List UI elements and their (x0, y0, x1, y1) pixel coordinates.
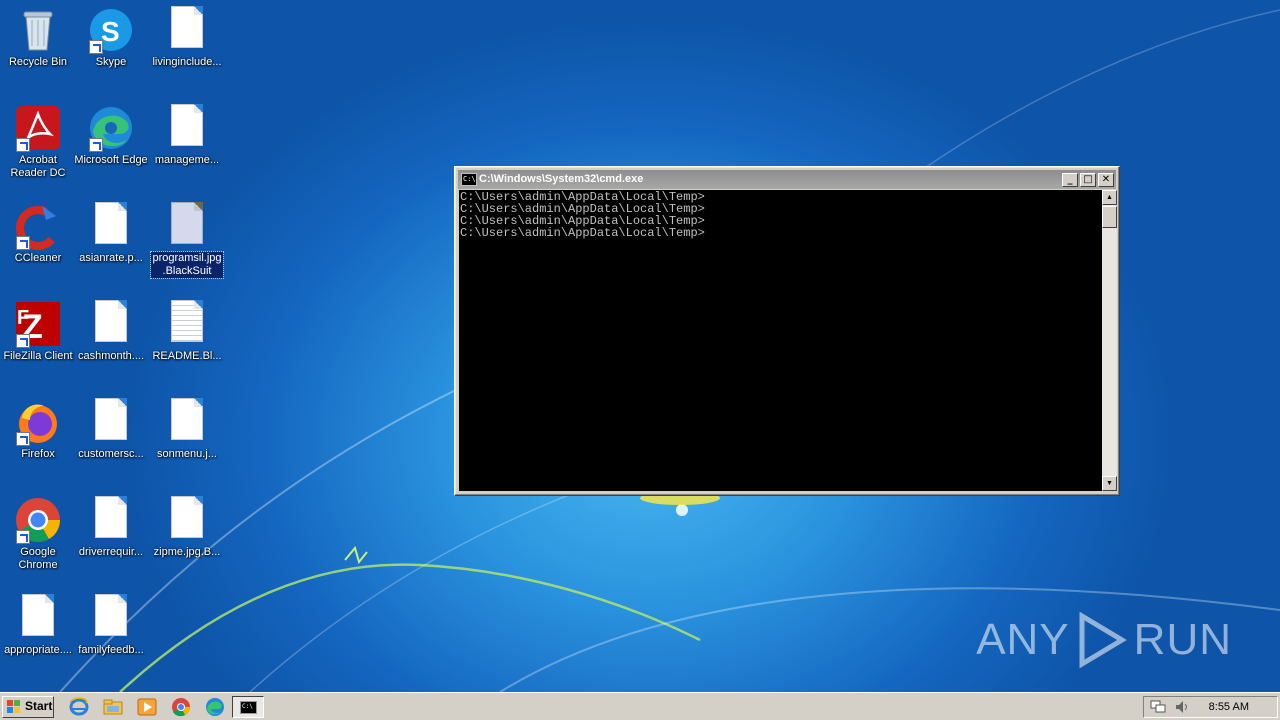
desktop-icon-sonmenu[interactable]: sonmenu.j... (149, 394, 225, 490)
file-explorer-icon[interactable] (102, 697, 124, 717)
volume-icon[interactable] (1174, 699, 1190, 718)
cmd-window[interactable]: C:\ C:\Windows\System32\cmd.exe _ □ ✕ C:… (454, 166, 1120, 496)
desktop-icon-label: FileZilla Client (3, 350, 73, 362)
firefox-icon (14, 398, 62, 446)
desktop-icon-filezilla[interactable]: ZF FileZilla Client (0, 296, 76, 392)
desktop-icon-readme[interactable]: README.Bl... (149, 296, 225, 392)
scroll-thumb[interactable] (1102, 206, 1117, 228)
clock[interactable]: 8:55 AM (1209, 701, 1249, 713)
recycle-bin-icon (14, 6, 62, 54)
desktop-icon-label: Acrobat Reader DC (10, 154, 66, 179)
desktop-icon-label: customersc... (78, 448, 144, 460)
desktop-icon-manageme[interactable]: manageme... (149, 100, 225, 196)
desktop-icon-asianrate[interactable]: asianrate.p... (73, 198, 149, 294)
close-button[interactable]: ✕ (1098, 173, 1114, 187)
scroll-up-arrow-icon[interactable]: ▲ (1102, 190, 1117, 205)
document-icon (163, 398, 211, 446)
ccleaner-icon (14, 202, 62, 250)
desktop-icon-label: zipme.jpg.B... (153, 546, 221, 558)
document-icon (87, 398, 135, 446)
desktop-icon-ccleaner[interactable]: CCleaner (0, 198, 76, 294)
desktop-icon-label: Google Chrome (18, 546, 58, 571)
desktop-icon-programsil-blacksuit[interactable]: programsil.jpg .BlackSuit (149, 198, 225, 294)
desktop-icon-firefox[interactable]: Firefox (0, 394, 76, 490)
encrypted-file-icon (163, 202, 211, 250)
internet-explorer-icon[interactable] (68, 697, 90, 717)
minimize-button[interactable]: _ (1062, 173, 1078, 187)
media-player-icon[interactable] (136, 697, 158, 717)
document-icon (87, 496, 135, 544)
filezilla-icon: ZF (14, 300, 62, 348)
document-icon (87, 594, 135, 642)
document-icon (163, 496, 211, 544)
maximize-button[interactable]: □ (1080, 173, 1096, 187)
desktop-icon-driverrequir[interactable]: driverrequir... (73, 492, 149, 588)
cmd-icon: C:\ (461, 173, 477, 186)
chrome-icon (14, 496, 62, 544)
play-logo-icon (1079, 611, 1127, 669)
acrobat-reader-icon (14, 104, 62, 152)
desktop-icon-label: appropriate.... (4, 644, 72, 656)
console-line: C:\Users\admin\AppData\Local\Temp> (460, 226, 705, 240)
watermark-text-right: RUN (1133, 615, 1232, 664)
desktop-icon-label: livinginclude... (152, 56, 222, 68)
anyrun-watermark: ANY RUN (976, 608, 1232, 672)
document-icon (87, 300, 135, 348)
desktop-icon-label: CCleaner (14, 252, 62, 264)
cmd-window-title: C:\Windows\System32\cmd.exe (479, 173, 644, 185)
document-icon (163, 6, 211, 54)
edge-icon (87, 104, 135, 152)
taskbar: Start C:\ 8:55 AM (0, 692, 1280, 720)
desktop-icon-customersc[interactable]: customersc... (73, 394, 149, 490)
desktop-icon-acrobat-reader[interactable]: Acrobat Reader DC (0, 100, 76, 196)
chrome-icon[interactable] (170, 697, 192, 717)
desktop-icon-google-chrome[interactable]: Google Chrome (0, 492, 76, 588)
start-label: Start (25, 699, 53, 713)
svg-text:S: S (101, 16, 120, 47)
start-button[interactable]: Start (2, 696, 54, 718)
desktop-icon-label: familyfeedb... (78, 644, 144, 656)
document-icon (163, 104, 211, 152)
desktop-icon-skype[interactable]: S Skype (73, 2, 149, 98)
desktop-icon-label: cashmonth.... (77, 350, 145, 362)
cmd-console[interactable]: C:\Users\admin\AppData\Local\Temp> C:\Us… (459, 190, 1102, 491)
system-tray: 8:55 AM (1143, 696, 1278, 718)
desktop-icon-label: manageme... (154, 154, 220, 166)
desktop-icon-label: asianrate.p... (79, 252, 143, 264)
cmd-title-bar[interactable]: C:\ C:\Windows\System32\cmd.exe _ □ ✕ (458, 170, 1116, 189)
desktop-icon-label: Microsoft Edge (74, 154, 148, 166)
desktop-icon-label: README.Bl... (152, 350, 222, 362)
desktop-icon-livinginclude[interactable]: livinginclude... (149, 2, 225, 98)
desktop-icon-appropriate[interactable]: appropriate.... (0, 590, 76, 686)
desktop-icon-label: sonmenu.j... (157, 448, 217, 460)
svg-text:F: F (17, 307, 29, 329)
desktop[interactable]: Recycle Bin Acrobat Reader DC CCleaner Z… (0, 0, 1280, 692)
skype-icon: S (87, 6, 135, 54)
windows-logo-icon (7, 700, 21, 714)
scroll-down-arrow-icon[interactable]: ▼ (1102, 476, 1117, 491)
desktop-icon-label: Skype (95, 56, 127, 68)
desktop-icon-label: driverrequir... (78, 546, 144, 558)
desktop-icon-familyfeedb[interactable]: familyfeedb... (73, 590, 149, 686)
text-file-icon (163, 300, 211, 348)
cmd-taskbar-icon: C:\ (240, 701, 257, 714)
taskbar-cmd-button[interactable]: C:\ (232, 696, 264, 718)
desktop-icon-microsoft-edge[interactable]: Microsoft Edge (73, 100, 149, 196)
edge-icon[interactable] (204, 697, 226, 717)
watermark-text-left: ANY (976, 615, 1070, 664)
desktop-icon-zipme[interactable]: zipme.jpg.B... (149, 492, 225, 588)
network-icon[interactable] (1150, 699, 1166, 718)
desktop-icon-recycle-bin[interactable]: Recycle Bin (0, 2, 76, 98)
desktop-icon-label: Recycle Bin (8, 56, 68, 68)
desktop-icon-label: programsil.jpg .BlackSuit (150, 251, 224, 279)
vertical-scrollbar[interactable]: ▲ ▼ (1102, 190, 1117, 491)
document-icon (87, 202, 135, 250)
desktop-icon-label: Firefox (21, 448, 55, 460)
desktop-icon-cashmonth[interactable]: cashmonth.... (73, 296, 149, 392)
document-icon (14, 594, 62, 642)
